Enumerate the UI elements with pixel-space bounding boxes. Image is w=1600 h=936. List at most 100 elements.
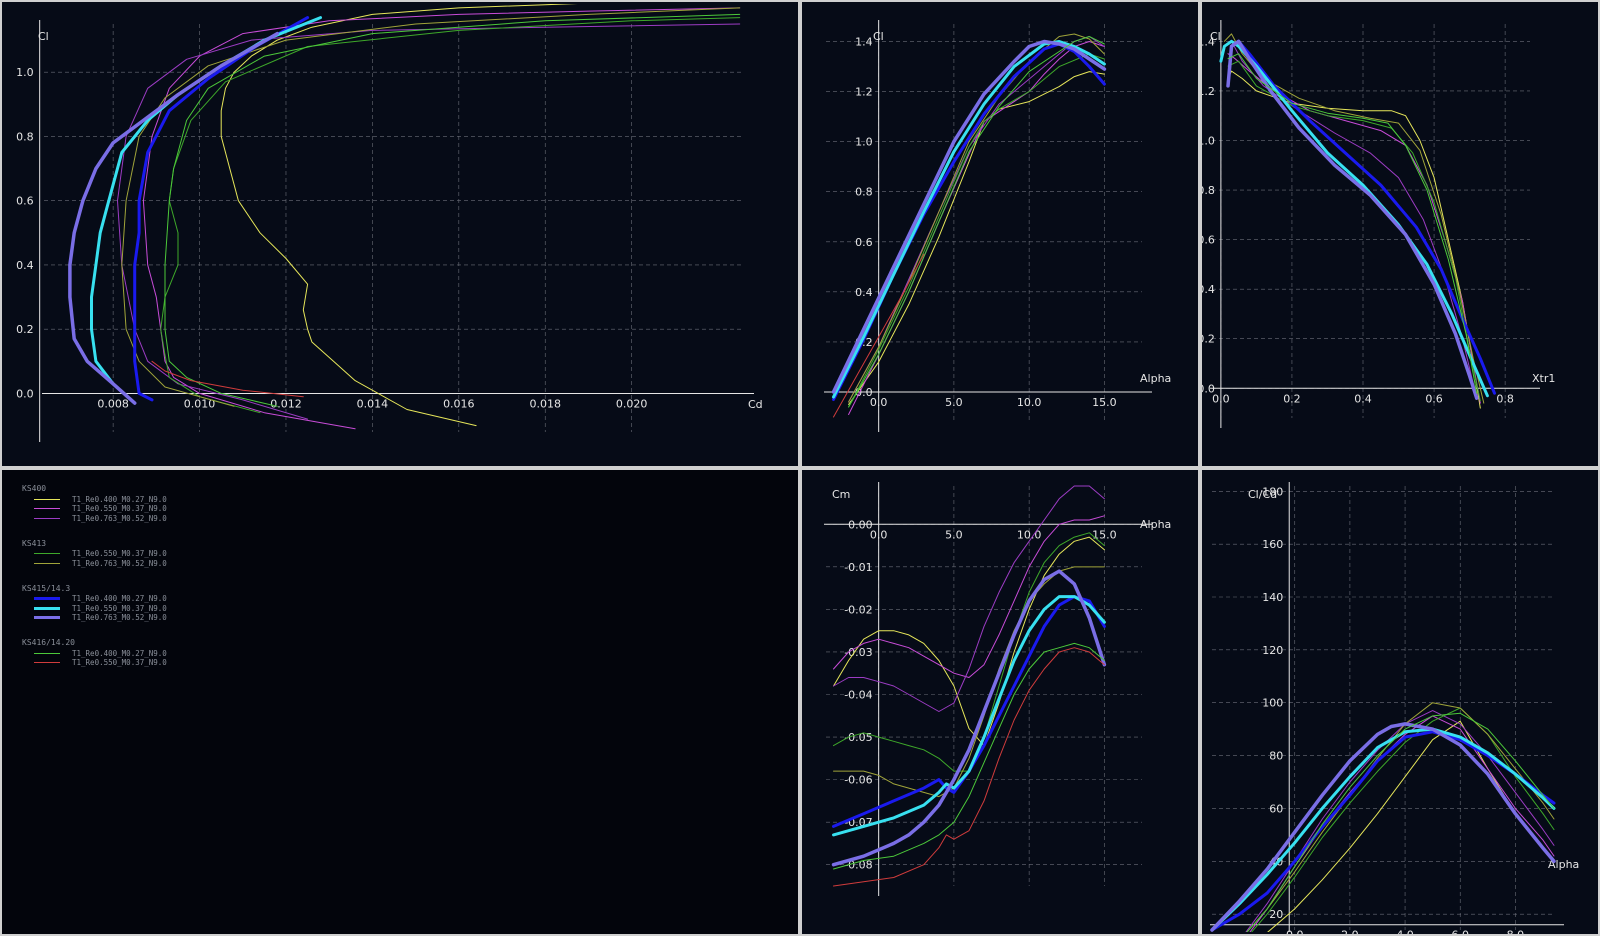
legend-entry[interactable]: T1_Re0.550_M0.37_N9.0	[34, 603, 167, 613]
y-tick-label: 1.0	[1202, 134, 1215, 147]
series-line-0[interactable]	[220, 2, 740, 427]
cm-alpha-chart[interactable]: 0.0 5.0 10.0 15.00.00-0.01-0.02-0.03-0.04-0…	[802, 470, 1198, 934]
series-line-4[interactable]	[121, 7, 741, 407]
legend-panel: KS400 T1_Re0.400_M0.27_N9.0 T1_Re0.550_M0.…	[0, 468, 800, 936]
series-line-5[interactable]	[832, 42, 1106, 401]
x-tick-label: 0.018	[529, 397, 561, 410]
x-tick-label: 5.0	[945, 528, 963, 541]
legend-entry[interactable]: T1_Re0.550_M0.37_N9.0	[34, 504, 167, 514]
series-line-6[interactable]	[832, 595, 1106, 837]
legend-label: T1_Re0.763_M0.52_N9.0	[72, 558, 167, 568]
legend-swatch	[34, 597, 60, 600]
y-tick-label: 0.4	[855, 286, 873, 299]
x-tick-label: 15.0	[1092, 396, 1117, 409]
y-tick-label: 0.6	[855, 236, 873, 249]
y-tick-label: 160	[1262, 538, 1283, 551]
series-line-5[interactable]	[1210, 730, 1556, 932]
legend-label: T1_Re0.550_M0.37_N9.0	[72, 504, 167, 513]
series-group	[831, 485, 1107, 887]
y-axis-label: Cm	[832, 488, 850, 501]
legend-entry[interactable]: T1_Re0.400_M0.27_N9.0	[34, 494, 167, 504]
series-line-8[interactable]	[164, 13, 741, 407]
cl-cd-chart[interactable]: 0.008 0.010 0.012 0.014 0.016 0.018 0.0200.00.…	[2, 2, 798, 466]
y-tick-label: 0.4	[16, 259, 34, 272]
x-axis-label: Xtr1	[1532, 372, 1555, 385]
y-tick-label: 100	[1262, 697, 1283, 710]
cl-alpha-chart[interactable]: 0.0 5.0 10.0 15.00.00.20.40.60.81.01.21.4Al…	[802, 2, 1198, 466]
x-axis-label: Alpha	[1140, 372, 1171, 385]
x-tick-label: 0.020	[616, 397, 648, 410]
legend-label: T1_Re0.550_M0.37_N9.0	[72, 658, 167, 667]
axes: 0.02.04.06.08.020406080100120140160180Al…	[1210, 482, 1579, 934]
y-tick-label: 0.8	[16, 130, 34, 143]
series-line-0[interactable]	[848, 71, 1105, 405]
legend-entry[interactable]: T1_Re0.400_M0.27_N9.0	[34, 648, 167, 658]
y-axis-label: Cl	[873, 30, 884, 43]
cl-cd-chart-panel[interactable]: 0.008 0.010 0.012 0.014 0.016 0.018 0.020 0.0 0.…	[0, 0, 800, 468]
y-tick-label: 0.0	[1202, 382, 1215, 395]
y-tick-label: 0.4	[1202, 283, 1215, 296]
cl-xtr1-chart-panel[interactable]: 0.00.20.40.60.80.00.20.40.60.81.01.21.4X…	[1200, 0, 1600, 468]
grid-lines	[826, 24, 1142, 422]
x-tick-label: 10.0	[1017, 528, 1042, 541]
y-tick-label: -0.02	[844, 603, 872, 616]
x-axis-label: Cd	[748, 398, 763, 411]
cl-alpha-chart-panel[interactable]: 0.0 5.0 10.0 15.0 0.0 0.2 0.4 0.6 0.8 1.0 1.2 1.4 Al…	[800, 0, 1200, 468]
x-tick-label: 15.0	[1092, 528, 1117, 541]
legend-entry[interactable]: T1_Re0.763_M0.52_N9.0	[34, 513, 167, 523]
series-line-2[interactable]	[117, 23, 741, 420]
y-tick-label: 0.8	[855, 186, 873, 199]
clcd-alpha-chart[interactable]: 0.02.04.06.08.020406080100120140160180Al…	[1202, 470, 1598, 934]
legend-label: T1_Re0.763_M0.52_N9.0	[72, 513, 167, 523]
y-axis-label: Cl	[38, 30, 49, 43]
legend-swatch	[34, 553, 60, 554]
series-line-7[interactable]	[831, 569, 1107, 867]
y-tick-label: 1.2	[855, 86, 873, 99]
legend-entry[interactable]: T1_Re0.550_M0.37_N9.0	[34, 549, 167, 559]
x-tick-label: 8.0	[1507, 929, 1525, 934]
legend-entry[interactable]: T1_Re0.550_M0.37_N9.0	[34, 658, 167, 668]
legend-label: T1_Re0.550_M0.37_N9.0	[72, 603, 167, 613]
series-line-6[interactable]	[1210, 727, 1556, 932]
series-line-8[interactable]	[1240, 712, 1555, 934]
clcd-alpha-chart-panel[interactable]: 0.02.04.06.08.020406080100120140160180Al…	[1200, 468, 1600, 936]
legend-entry[interactable]: T1_Re0.763_M0.52_N9.0	[34, 558, 167, 568]
legend-swatch	[34, 606, 60, 610]
series-line-6[interactable]	[1219, 39, 1489, 398]
series-line-1[interactable]	[1227, 53, 1481, 404]
legend-group-title: KS415/14.3	[22, 583, 71, 593]
x-tick-label: 5.0	[945, 396, 963, 409]
series-line-0[interactable]	[833, 536, 1105, 747]
series-line-5[interactable]	[832, 595, 1106, 828]
legend-swatch	[34, 662, 60, 663]
x-tick-label: 0.014	[357, 397, 389, 410]
y-tick-label: 0.6	[1202, 234, 1215, 247]
x-tick-label: 0.012	[270, 397, 302, 410]
series-line-3[interactable]	[1227, 60, 1481, 402]
grid-lines	[826, 486, 1142, 886]
series-line-7[interactable]	[831, 39, 1107, 394]
series-line-1[interactable]	[848, 41, 1105, 415]
y-tick-label: 1.2	[1202, 85, 1215, 98]
series-line-0[interactable]	[1240, 720, 1555, 934]
series-line-5[interactable]	[133, 16, 310, 402]
y-tick-label: 20	[1269, 908, 1283, 921]
legend-entry[interactable]: T1_Re0.763_M0.52_N9.0	[34, 613, 167, 623]
legend-label: T1_Re0.400_M0.27_N9.0	[72, 594, 167, 603]
cm-alpha-chart-panel[interactable]: 0.0 5.0 10.0 15.0 0.00 -0.01 -0.02 -0.03 -0.04 -0…	[800, 468, 1200, 936]
series-line-5[interactable]	[1226, 39, 1496, 395]
series-line-1[interactable]	[1240, 715, 1555, 934]
axes: 0.00.20.40.60.80.00.20.40.60.81.01.21.4X…	[1202, 20, 1555, 428]
x-tick-label: 2.0	[1341, 929, 1359, 934]
y-tick-label: 140	[1262, 591, 1283, 604]
y-tick-label: 0.6	[16, 195, 34, 208]
series-group	[68, 2, 741, 430]
x-tick-label: 0.2	[1283, 392, 1301, 405]
series-group	[1210, 702, 1556, 934]
cl-xtr1-chart[interactable]: 0.00.20.40.60.80.00.20.40.60.81.01.21.4X…	[1202, 2, 1598, 466]
series-line-8[interactable]	[848, 36, 1105, 408]
series-line-1[interactable]	[142, 7, 741, 430]
series-line-6[interactable]	[832, 40, 1106, 399]
legend-entry[interactable]: T1_Re0.400_M0.27_N9.0	[34, 594, 167, 604]
y-tick-label: 0.8	[1202, 184, 1215, 197]
